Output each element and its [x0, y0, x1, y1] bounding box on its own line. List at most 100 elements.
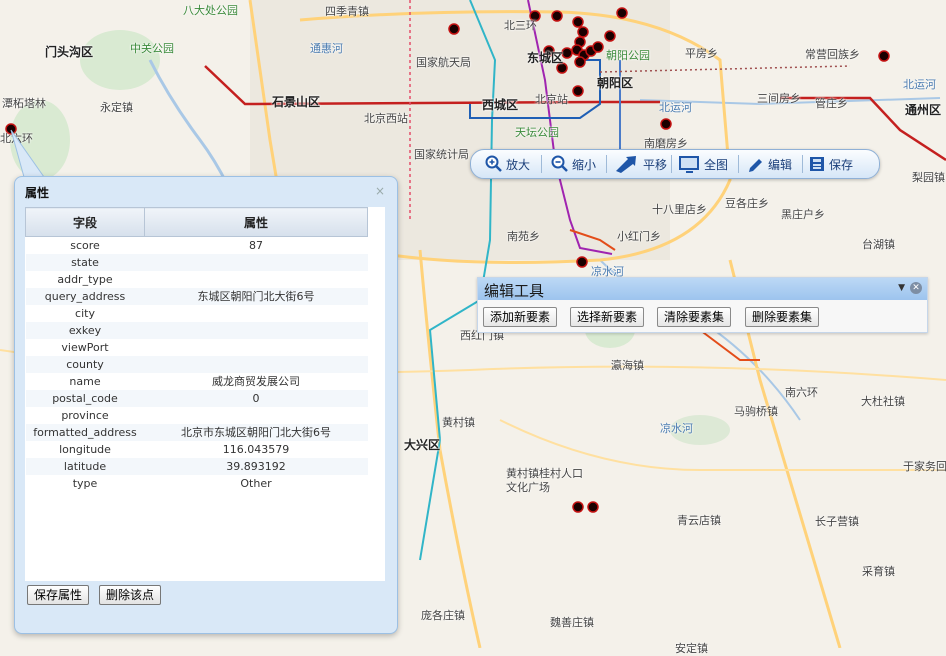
map-point-marker[interactable] — [577, 26, 589, 38]
delete-point-button[interactable]: 删除该点 — [99, 585, 162, 605]
zoom-in-button[interactable]: 放大 — [485, 154, 530, 174]
map-place-label: 潭柘塔林 — [2, 97, 46, 110]
table-row: province — [26, 407, 368, 424]
edit-button[interactable]: 编辑 — [747, 154, 792, 174]
field-name-cell: exkey — [25, 322, 145, 339]
table-row: name 威龙商贸发展公司 — [26, 373, 368, 390]
map-point-marker[interactable] — [592, 41, 604, 53]
map-place-label: 豆各庄乡 — [725, 197, 769, 210]
map-point-marker[interactable] — [587, 501, 599, 513]
table-row: postal_code 0 — [25, 390, 368, 407]
map-place-label: 文化广场 — [506, 481, 550, 494]
map-place-label: 平房乡 — [685, 47, 718, 60]
save-attributes-button[interactable]: 保存属性 — [27, 585, 90, 605]
field-name-cell: city — [75, 307, 95, 320]
field-value-cell[interactable] — [144, 356, 368, 373]
field-value-cell[interactable] — [145, 271, 368, 288]
table-row: score 87 — [26, 237, 368, 255]
map-place-label: 南苑乡 — [507, 230, 540, 243]
toolbar-divider — [671, 155, 672, 173]
map-place-label: 青云店镇 — [677, 514, 721, 527]
map-point-marker[interactable] — [572, 85, 584, 97]
close-icon[interactable]: ✕ — [910, 282, 922, 294]
map-place-label: 马驹桥镇 — [734, 405, 778, 418]
map-point-marker[interactable] — [878, 50, 890, 62]
map-toolbar: 放大 缩小 平移 全图 编辑 保存 — [470, 149, 880, 179]
map-point-marker[interactable] — [572, 501, 584, 513]
field-name-cell: score — [70, 239, 100, 252]
full-extent-label: 全图 — [704, 157, 729, 172]
map-place-label: 北京西站 — [364, 112, 408, 125]
field-value-cell[interactable]: Other — [145, 475, 368, 492]
map-place-label: 安定镇 — [675, 642, 708, 655]
map-place-label: 门头沟区 — [45, 45, 94, 59]
table-row: addr_type — [26, 271, 368, 288]
map-point-marker[interactable] — [574, 56, 586, 68]
map-place-label: 四季青镇 — [325, 5, 369, 18]
field-name-cell: province — [61, 409, 109, 422]
attribute-table-container[interactable]: 字段 属性 score 87 state addr_type query_address… — [25, 207, 385, 581]
field-name-cell: name — [69, 375, 101, 388]
close-icon[interactable]: × — [375, 184, 385, 198]
map-point-marker[interactable] — [448, 23, 460, 35]
field-value-cell[interactable]: 39.893192 — [144, 458, 368, 475]
map-point-marker[interactable] — [616, 7, 628, 19]
pan-label: 平移 — [643, 157, 668, 172]
edit-panel-header[interactable]: 编辑工具 ▼ ✕ — [478, 278, 927, 300]
field-value-cell[interactable] — [145, 339, 368, 356]
map-place-label: 通州区 — [905, 103, 942, 117]
map-place-label: 朝阳区 — [597, 76, 634, 90]
zoom-out-button[interactable]: 缩小 — [551, 154, 596, 174]
save-button[interactable]: 保存 — [808, 154, 853, 174]
clear-featureset-button[interactable]: 清除要素集 — [657, 307, 732, 327]
edit-panel-title: 编辑工具 — [484, 282, 545, 300]
map-place-label: 国家统计局 — [414, 148, 469, 161]
map-point-marker[interactable] — [572, 16, 584, 28]
map-place-label: 小红门乡 — [617, 230, 661, 243]
table-row: city — [26, 305, 368, 322]
map-place-label: 中关公园 — [130, 42, 174, 55]
map-place-label: 凉水河 — [660, 422, 693, 435]
field-value-cell[interactable] — [145, 407, 368, 424]
column-header-attribute[interactable]: 属性 — [144, 207, 368, 237]
field-value-cell[interactable]: 东城区朝阳门北大街6号 — [144, 288, 368, 305]
collapse-icon[interactable]: ▼ — [898, 283, 905, 293]
field-name-cell: addr_type — [57, 273, 113, 286]
toolbar-divider — [606, 155, 607, 173]
field-name-cell: state — [25, 254, 145, 271]
table-row: longitude 116.043579 — [26, 441, 368, 458]
field-value-cell[interactable]: 威龙商贸发展公司 — [145, 373, 368, 390]
field-value-cell[interactable] — [144, 254, 368, 271]
table-row: county — [25, 356, 368, 373]
monitor-icon — [679, 156, 699, 173]
column-header-field[interactable]: 字段 — [25, 207, 145, 237]
map-point-marker[interactable] — [604, 30, 616, 42]
map-place-label: 魏善庄镇 — [550, 616, 594, 629]
pan-button[interactable]: 平移 — [614, 154, 667, 174]
field-value-cell[interactable]: 0 — [144, 390, 368, 407]
map-point-marker[interactable] — [576, 256, 588, 268]
field-value-cell[interactable]: 116.043579 — [145, 441, 368, 458]
field-name-cell: postal_code — [25, 390, 145, 407]
field-value-cell[interactable] — [144, 322, 368, 339]
field-value-cell[interactable]: 北京市东城区朝阳门北大街6号 — [144, 424, 368, 441]
map-place-label: 北京站 — [535, 93, 568, 106]
map-point-marker[interactable] — [660, 118, 672, 130]
field-value-cell[interactable] — [145, 305, 368, 322]
map-place-label: 常营回族乡 — [805, 48, 860, 61]
map-place-label: 北运河 — [903, 78, 936, 91]
map-place-label: 黑庄户乡 — [781, 208, 825, 221]
popup-pointer — [10, 129, 45, 178]
add-feature-button[interactable]: 添加新要素 — [483, 307, 558, 327]
delete-featureset-button[interactable]: 删除要素集 — [745, 307, 820, 327]
pencil-icon — [749, 159, 762, 172]
map-place-label: 南六环 — [785, 386, 818, 399]
map-point-marker[interactable] — [561, 47, 573, 59]
map-place-label: 三间房乡 — [757, 92, 801, 105]
map-place-label: 通惠河 — [310, 42, 343, 55]
table-row: latitude 39.893192 — [25, 458, 368, 475]
select-feature-button[interactable]: 选择新要素 — [570, 307, 645, 327]
field-value-cell[interactable]: 87 — [145, 237, 368, 255]
map-point-marker[interactable] — [551, 10, 563, 22]
full-extent-button[interactable]: 全图 — [679, 154, 728, 174]
